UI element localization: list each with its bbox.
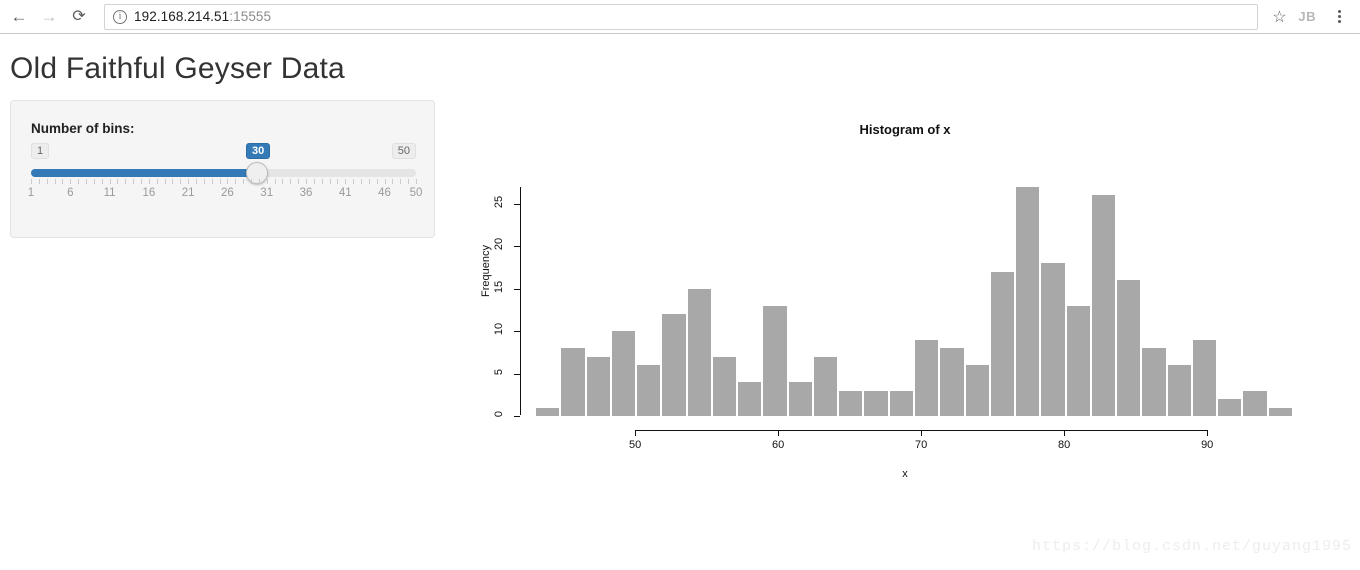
site-info-icon[interactable]: i [113, 9, 127, 24]
slider-track[interactable] [31, 169, 416, 177]
histogram-bar [1116, 280, 1142, 416]
histogram-chart: Histogram of x Frequency 0 5 10 15 20 25 50 60… [455, 110, 1355, 500]
histogram-bar [787, 382, 813, 416]
slider-tick-label: 6 [67, 187, 74, 199]
histogram-bar [1267, 407, 1293, 416]
x-tick-label: 50 [628, 439, 642, 451]
slider-tick-labels: 1 6 11 16 21 26 31 36 41 46 50 [27, 187, 423, 203]
histogram-bar [737, 382, 763, 416]
chart-plot-area: Frequency 0 5 10 15 20 25 50 60 70 80 90 x [455, 110, 1355, 500]
x-tick [1064, 430, 1066, 436]
url-text: 192.168.214.51:15555 [134, 9, 271, 24]
histogram-bar [1015, 187, 1041, 416]
histogram-bar [661, 314, 687, 416]
slider-ticks [31, 179, 417, 185]
page-title: Old Faithful Geyser Data [10, 52, 345, 85]
slider-current-value: 30 [246, 143, 271, 159]
histogram-bar [1090, 195, 1117, 416]
slider-tick-label: 11 [103, 187, 116, 199]
histogram-bar [888, 390, 914, 416]
histogram-bar [686, 288, 712, 416]
address-bar[interactable]: i 192.168.214.51:15555 [104, 3, 1259, 30]
watermark-text: https://blog.csdn.net/guyang1995 [1031, 538, 1352, 555]
histogram-bar [636, 365, 662, 416]
histogram-bar [939, 348, 965, 416]
histogram-bar [762, 305, 788, 416]
slider-min-value: 1 [31, 143, 50, 159]
bookmark-star-icon[interactable]: ☆ [1266, 4, 1292, 30]
slider-tick-label: 36 [299, 187, 313, 199]
kebab-menu-icon[interactable] [1326, 2, 1352, 32]
histogram-bar [1040, 263, 1066, 416]
x-tick-label: 80 [1058, 439, 1071, 451]
x-tick-label: 70 [915, 439, 928, 451]
histogram-bar [1141, 348, 1167, 416]
slider-tick-label: 21 [181, 187, 195, 199]
x-tick-label: 60 [772, 439, 785, 451]
slider-track-fill [31, 169, 258, 177]
slider-tick-label: 16 [142, 187, 156, 199]
histogram-bar [838, 390, 864, 416]
slider-tick-label: 1 [27, 187, 35, 199]
url-port: :15555 [229, 9, 272, 24]
slider-max-value: 50 [391, 143, 416, 159]
profile-avatar[interactable]: JB [1298, 9, 1316, 24]
x-tick [1207, 430, 1209, 436]
url-host: 192.168.214.51 [134, 9, 230, 24]
histogram-bar [610, 331, 637, 416]
x-tick [778, 430, 780, 436]
histogram-bar [1217, 399, 1243, 416]
histogram-bar [1191, 339, 1218, 416]
bins-slider-panel: Number of bins: 1 50 30 1 6 11 16 21 26 31 36 41… [10, 100, 435, 238]
histogram-bar [914, 339, 940, 416]
histogram-bar [989, 271, 1016, 416]
histogram-bar [1242, 390, 1268, 416]
histogram-bar [1065, 305, 1091, 416]
x-axis-label: x [902, 468, 908, 480]
slider-tick-label: 41 [338, 187, 352, 199]
y-tick [514, 416, 520, 417]
histogram-bar [863, 390, 889, 416]
histogram-bar [711, 356, 738, 416]
x-tick [921, 430, 923, 436]
histogram-bar [1166, 365, 1192, 416]
histogram-bar [585, 356, 611, 416]
histogram-bar [535, 407, 561, 416]
bins-slider-label: Number of bins: [31, 121, 135, 136]
back-icon[interactable]: ← [4, 2, 34, 32]
browser-toolbar: ← → ⟳ i 192.168.214.51:15555 ☆ JB [0, 0, 1360, 34]
reload-icon[interactable]: ⟳ [64, 2, 94, 32]
bar-series [455, 110, 1355, 416]
x-tick [635, 430, 637, 436]
histogram-bar [964, 365, 990, 416]
slider-tick-label: 31 [260, 187, 274, 199]
x-tick-label: 90 [1201, 439, 1214, 451]
forward-icon[interactable]: → [34, 2, 64, 32]
slider-tick-label: 26 [221, 187, 234, 199]
slider-tick-label: 50 [409, 187, 423, 199]
histogram-bar [560, 348, 586, 416]
histogram-bar [812, 356, 839, 416]
slider-tick-label: 46 [378, 187, 391, 199]
